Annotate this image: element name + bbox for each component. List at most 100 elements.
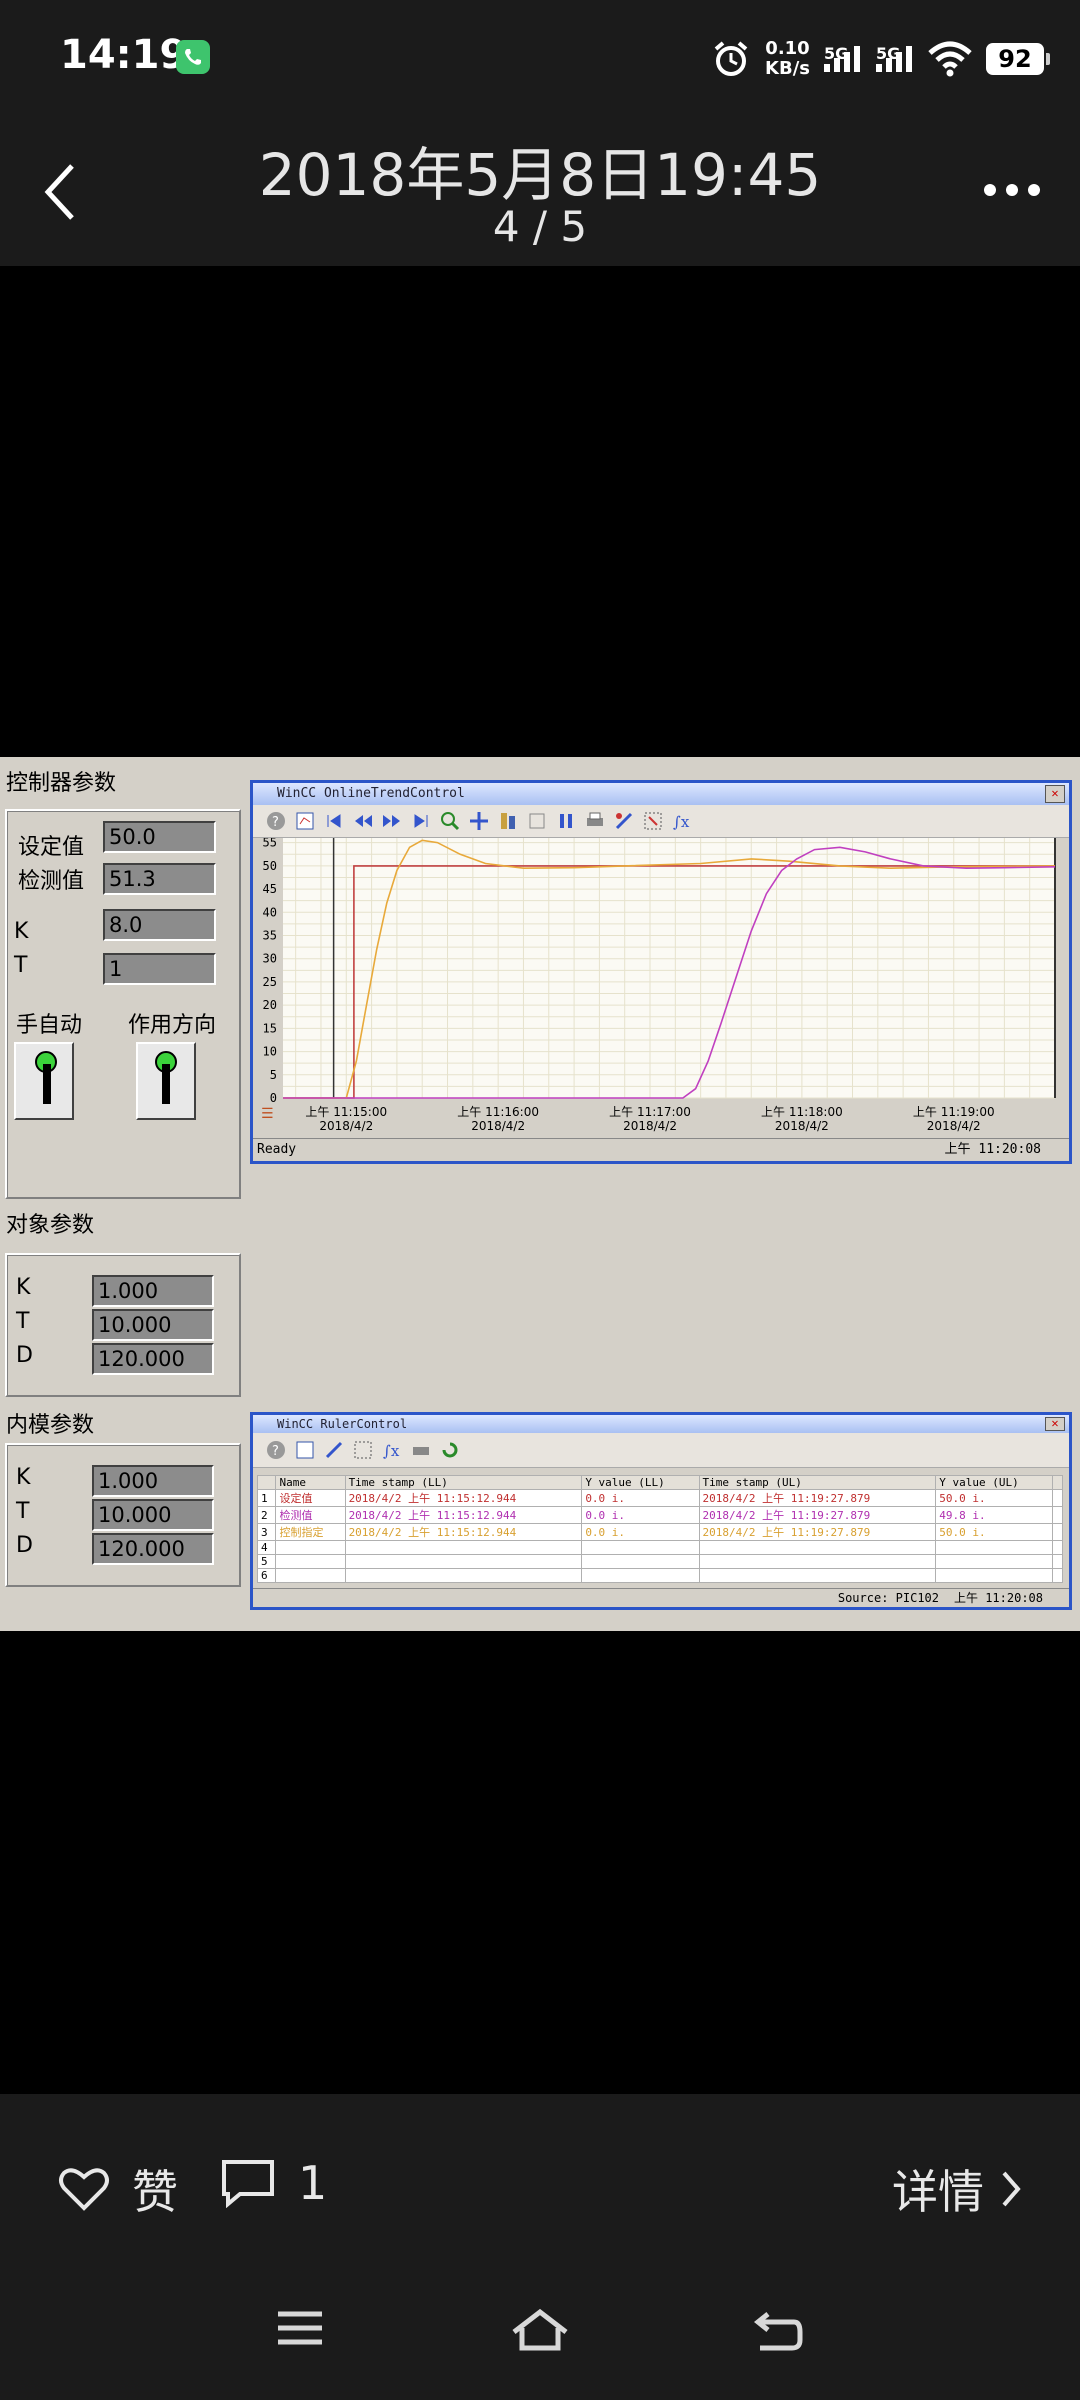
- heart-icon: [59, 2168, 109, 2211]
- source-label: Source: PIC102: [837, 1591, 939, 1605]
- table-cell: 2: [256, 1506, 277, 1524]
- y-tick-label: 40: [263, 905, 277, 919]
- internal-k-field[interactable]: 1.000: [92, 1465, 214, 1497]
- t-field[interactable]: 1: [103, 953, 216, 985]
- config-icon[interactable]: [294, 1439, 316, 1461]
- object-k-field[interactable]: 1.000: [92, 1275, 214, 1307]
- select-data-icon[interactable]: [642, 810, 664, 832]
- trend-chart[interactable]: 0510152025303540455055上午 11:15:002018/4/…: [253, 838, 1063, 1138]
- page-title: 2018年5月8日19:45: [258, 141, 822, 209]
- internal-t-label: T: [16, 1499, 30, 1524]
- table-cell: 2018/4/2 上午 11:19:27.879: [698, 1506, 937, 1524]
- help-icon[interactable]: ?: [265, 810, 287, 832]
- detail-button[interactable]: 详情: [892, 2156, 1022, 2222]
- table-cell: [344, 1540, 583, 1555]
- svg-text:∫x: ∫x: [383, 1442, 400, 1460]
- zoom-icon[interactable]: [439, 810, 461, 832]
- internal-section-title: 内模参数: [6, 1413, 95, 1438]
- sv-field[interactable]: 50.0: [103, 821, 216, 853]
- internal-d-field[interactable]: 120.000: [92, 1533, 214, 1565]
- ruler-icon[interactable]: [323, 1439, 345, 1461]
- table-row[interactable]: 2 检测值 2018/4/2 上午 11:15:12.944 0.0 i. 2018/4…: [256, 1506, 1063, 1524]
- table-cell: [698, 1568, 937, 1583]
- x-tick-label: 上午 11:19:00: [913, 1105, 995, 1119]
- direction-toggle[interactable]: [136, 1042, 196, 1120]
- close-icon[interactable]: ✕: [1045, 785, 1065, 803]
- table-cell: 0.0 i.: [581, 1489, 700, 1507]
- more-button[interactable]: [984, 184, 1040, 196]
- viewer-header: 2018年5月8日19:45 4 / 5: [0, 120, 1080, 266]
- close-icon[interactable]: ✕: [1045, 1417, 1065, 1431]
- last-icon[interactable]: [410, 810, 432, 832]
- manual-auto-toggle[interactable]: [14, 1042, 74, 1120]
- k-field[interactable]: 8.0: [103, 909, 216, 941]
- config-icon[interactable]: [294, 810, 316, 832]
- print-icon[interactable]: [410, 1439, 432, 1461]
- like-button[interactable]: 赞: [58, 2156, 178, 2222]
- move-icon[interactable]: [468, 810, 490, 832]
- ruler-col-header[interactable]: Time stamp (LL): [344, 1475, 583, 1490]
- table-row[interactable]: 1 设定值 2018/4/2 上午 11:15:12.944 0.0 i. 2018/4…: [256, 1489, 1063, 1507]
- bottom-action-bar: 赞 1 详情: [0, 2094, 1080, 2400]
- home-nav-button[interactable]: [510, 2308, 570, 2356]
- table-cell: [1052, 1523, 1063, 1541]
- clock: 14:19: [60, 32, 188, 78]
- svg-text:∫x: ∫x: [673, 813, 690, 831]
- statistics-icon[interactable]: ∫x: [381, 1439, 403, 1461]
- statistics-icon[interactable]: ∫x: [671, 810, 693, 832]
- trend-window-title: WinCC OnlineTrendControl ✕: [253, 783, 1069, 805]
- original-view-icon[interactable]: [526, 810, 548, 832]
- trend-toolbar: ? ∫x: [253, 805, 1069, 838]
- comment-button[interactable]: 1: [220, 2156, 327, 2210]
- table-cell: 50.0 i.: [935, 1489, 1054, 1507]
- table-cell: 0.0 i.: [581, 1523, 700, 1541]
- pv-label: 检测值: [18, 869, 85, 894]
- object-t-field[interactable]: 10.000: [92, 1309, 214, 1341]
- object-d-label: D: [16, 1343, 33, 1368]
- ruler-icon[interactable]: [613, 810, 635, 832]
- select-data-icon[interactable]: [352, 1439, 374, 1461]
- ruler-col-header[interactable]: [256, 1475, 277, 1490]
- help-icon[interactable]: ?: [265, 1439, 287, 1461]
- table-cell: [344, 1568, 583, 1583]
- wifi-icon: [928, 41, 972, 77]
- axis-icon[interactable]: [497, 810, 519, 832]
- home-icon: [512, 2308, 568, 2351]
- ruler-col-header[interactable]: Time stamp (UL): [698, 1475, 937, 1490]
- first-icon[interactable]: [323, 810, 345, 832]
- table-row[interactable]: 4: [256, 1540, 1063, 1555]
- table-cell: 3: [256, 1523, 277, 1541]
- ruler-table: Name Time stamp (LL) Y value (LL) Time stam…: [256, 1475, 1063, 1583]
- rewind-icon[interactable]: [352, 810, 374, 832]
- print-icon[interactable]: [584, 810, 606, 832]
- t-label: T: [14, 953, 28, 978]
- ruler-toolbar: ? ∫x: [253, 1433, 1069, 1468]
- table-cell: 设定值: [275, 1489, 346, 1507]
- ruler-col-header[interactable]: Y value (LL): [581, 1475, 700, 1490]
- table-cell: [935, 1540, 1054, 1555]
- pause-icon[interactable]: [555, 810, 577, 832]
- object-d-field[interactable]: 120.000: [92, 1343, 214, 1375]
- menu-nav-button[interactable]: [276, 2308, 324, 2352]
- ruler-col-header[interactable]: Name: [275, 1475, 346, 1490]
- ruler-col-header[interactable]: [1052, 1475, 1063, 1490]
- back-nav-button[interactable]: [753, 2308, 804, 2356]
- ruler-col-header[interactable]: Y value (UL): [935, 1475, 1054, 1490]
- photo-image[interactable]: 控制器参数 设定值 50.0 检测值 51.3 K 8.0 T 1 手自动 作用…: [0, 757, 1080, 1631]
- table-cell: 2018/4/2 上午 11:19:27.879: [698, 1489, 937, 1507]
- k-label: K: [14, 919, 29, 944]
- comment-count: 1: [298, 2156, 328, 2210]
- direction-label: 作用方向: [128, 1013, 217, 1038]
- y-tick-label: 20: [263, 998, 277, 1012]
- y-tick-label: 35: [263, 929, 277, 943]
- ready-status: Ready: [257, 1142, 297, 1157]
- forward-icon[interactable]: [381, 810, 403, 832]
- refresh-icon[interactable]: [439, 1439, 461, 1461]
- table-row[interactable]: 6: [256, 1568, 1063, 1583]
- internal-d-label: D: [16, 1533, 33, 1558]
- table-row[interactable]: 3 控制指定 2018/4/2 上午 11:15:12.944 0.0 i. 2018/…: [256, 1523, 1063, 1541]
- table-cell: 4: [256, 1540, 277, 1555]
- table-cell: [275, 1540, 346, 1555]
- table-row[interactable]: 5: [256, 1554, 1063, 1569]
- internal-t-field[interactable]: 10.000: [92, 1499, 214, 1531]
